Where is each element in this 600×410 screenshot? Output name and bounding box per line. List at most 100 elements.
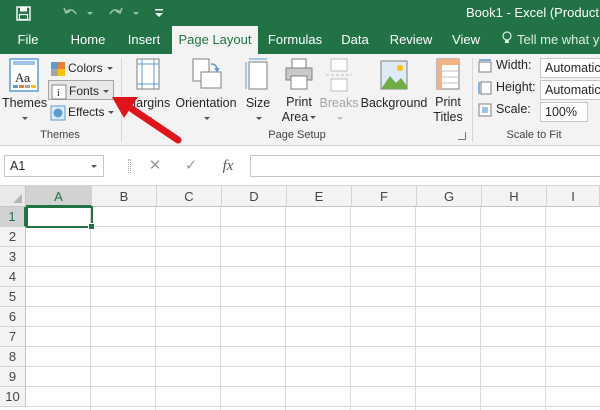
breaks-label: Breaks — [319, 96, 359, 110]
title-bar: Book1 - Excel (Product Ac — [0, 0, 600, 26]
breaks-dropdown-icon — [337, 117, 343, 121]
redo-dropdown-icon[interactable] — [130, 3, 140, 23]
column-header-f[interactable]: F — [352, 186, 417, 207]
orientation-icon — [192, 58, 222, 89]
formula-input[interactable] — [250, 155, 600, 177]
orientation-button[interactable]: Orientation — [174, 58, 238, 125]
height-icon — [478, 81, 492, 95]
insert-function-button[interactable]: fx — [216, 155, 240, 177]
scale-row: Scale: 100% — [478, 102, 588, 122]
page-setup-dialog-launcher-icon[interactable] — [458, 132, 466, 140]
row-header-1[interactable]: 1 — [0, 207, 26, 227]
undo-dropdown-icon[interactable] — [84, 3, 94, 23]
margins-icon — [136, 58, 160, 90]
row-header-9[interactable]: 9 — [0, 367, 26, 387]
print-titles-icon — [436, 58, 460, 90]
select-all-button[interactable] — [0, 186, 26, 207]
svg-text:i: i — [57, 88, 60, 99]
tab-formulas[interactable]: Formulas — [262, 26, 328, 54]
tab-insert[interactable]: Insert — [120, 26, 168, 54]
orientation-label: Orientation — [175, 96, 237, 110]
column-header-e[interactable]: E — [287, 186, 352, 207]
print-area-label-1: Print — [286, 95, 312, 109]
column-header-d[interactable]: D — [222, 186, 287, 207]
themes-button[interactable]: A a Themes — [2, 58, 48, 125]
active-cell-a1[interactable] — [26, 206, 95, 230]
name-box[interactable]: A1 — [4, 155, 104, 177]
row-header-6[interactable]: 6 — [0, 307, 26, 327]
ribbon: A a Themes Colors i Fonts Effects Themes… — [0, 54, 600, 146]
effects-dropdown-icon — [108, 111, 115, 115]
print-titles-button[interactable]: Print Titles — [428, 58, 468, 125]
print-area-label-2-text: Area — [281, 110, 309, 124]
print-titles-label-2: Titles — [433, 110, 463, 124]
margins-label: Margins — [125, 96, 171, 110]
width-select[interactable]: Automatic — [540, 58, 600, 78]
colors-icon — [50, 61, 66, 77]
cell-area[interactable] — [26, 207, 600, 410]
save-icon[interactable] — [12, 3, 34, 23]
svg-text:a: a — [24, 73, 31, 85]
undo-icon[interactable] — [58, 3, 82, 23]
column-header-c[interactable]: C — [157, 186, 222, 207]
effects-icon — [50, 105, 66, 121]
row-header-2[interactable]: 2 — [0, 227, 26, 247]
row-header-8[interactable]: 8 — [0, 347, 26, 367]
row-header-7[interactable]: 7 — [0, 327, 26, 347]
column-header-g[interactable]: G — [417, 186, 482, 207]
breaks-button[interactable]: Breaks — [318, 58, 360, 125]
tell-me-search[interactable]: Tell me what yo — [502, 26, 600, 54]
cancel-icon[interactable]: ✕ — [144, 155, 166, 177]
row-header-5[interactable]: 5 — [0, 287, 26, 307]
colors-dropdown-icon — [106, 67, 113, 71]
formula-bar: A1 ✕ ✓ fx — [0, 146, 600, 186]
tell-me-text: Tell me what yo — [517, 32, 600, 47]
effects-label: Effects — [68, 105, 105, 119]
scale-to-fit-group-label: Scale to Fit — [506, 129, 562, 141]
themes-label: Themes — [2, 96, 48, 110]
background-label: Background — [360, 96, 428, 110]
column-header-h[interactable]: H — [482, 186, 547, 207]
tab-view[interactable]: View — [444, 26, 488, 54]
tab-review[interactable]: Review — [384, 26, 438, 54]
fonts-dropdown-icon — [103, 90, 110, 94]
ribbon-tabs: File Home Insert Page Layout Formulas Da… — [0, 26, 600, 54]
margins-button[interactable]: Margins — [124, 58, 172, 125]
column-header-a[interactable]: A — [26, 186, 92, 207]
window-title: Book1 - Excel (Product Ac — [466, 5, 600, 20]
column-header-i[interactable]: I — [547, 186, 600, 207]
column-header-b[interactable]: B — [92, 186, 157, 207]
colors-label: Colors — [68, 61, 103, 75]
themes-group-label: Themes — [40, 129, 80, 141]
colors-button[interactable]: Colors — [50, 58, 113, 78]
scale-input[interactable]: 100% — [540, 102, 588, 122]
scale-label: Scale: — [496, 102, 531, 116]
print-area-button[interactable]: Print Area — [280, 58, 318, 125]
tab-page-layout[interactable]: Page Layout — [172, 26, 258, 54]
size-button[interactable]: Size — [240, 58, 276, 125]
themes-dropdown-icon — [22, 117, 28, 121]
themes-icon: A a — [9, 58, 39, 92]
height-select[interactable]: Automatic — [540, 80, 600, 100]
fonts-icon: i — [51, 84, 67, 100]
height-label: Height: — [496, 80, 536, 94]
redo-icon[interactable] — [104, 3, 128, 23]
row-header-3[interactable]: 3 — [0, 247, 26, 267]
tab-home[interactable]: Home — [64, 26, 112, 54]
tab-data[interactable]: Data — [334, 26, 376, 54]
enter-icon[interactable]: ✓ — [180, 155, 202, 177]
background-button[interactable]: Background — [360, 58, 428, 111]
lightbulb-icon — [502, 26, 512, 54]
size-dropdown-icon — [256, 117, 262, 121]
margins-dropdown-icon — [146, 117, 152, 121]
customize-quick-access-icon[interactable] — [152, 3, 166, 23]
tab-file[interactable]: File — [6, 26, 50, 54]
fonts-button[interactable]: i Fonts — [48, 80, 115, 100]
name-box-dropdown-icon — [91, 165, 97, 168]
fonts-label: Fonts — [69, 84, 100, 98]
effects-button[interactable]: Effects — [50, 102, 115, 122]
print-area-label-2: Area — [280, 110, 318, 125]
row-header-10[interactable]: 10 — [0, 387, 26, 407]
size-icon — [245, 58, 268, 90]
row-header-4[interactable]: 4 — [0, 267, 26, 287]
